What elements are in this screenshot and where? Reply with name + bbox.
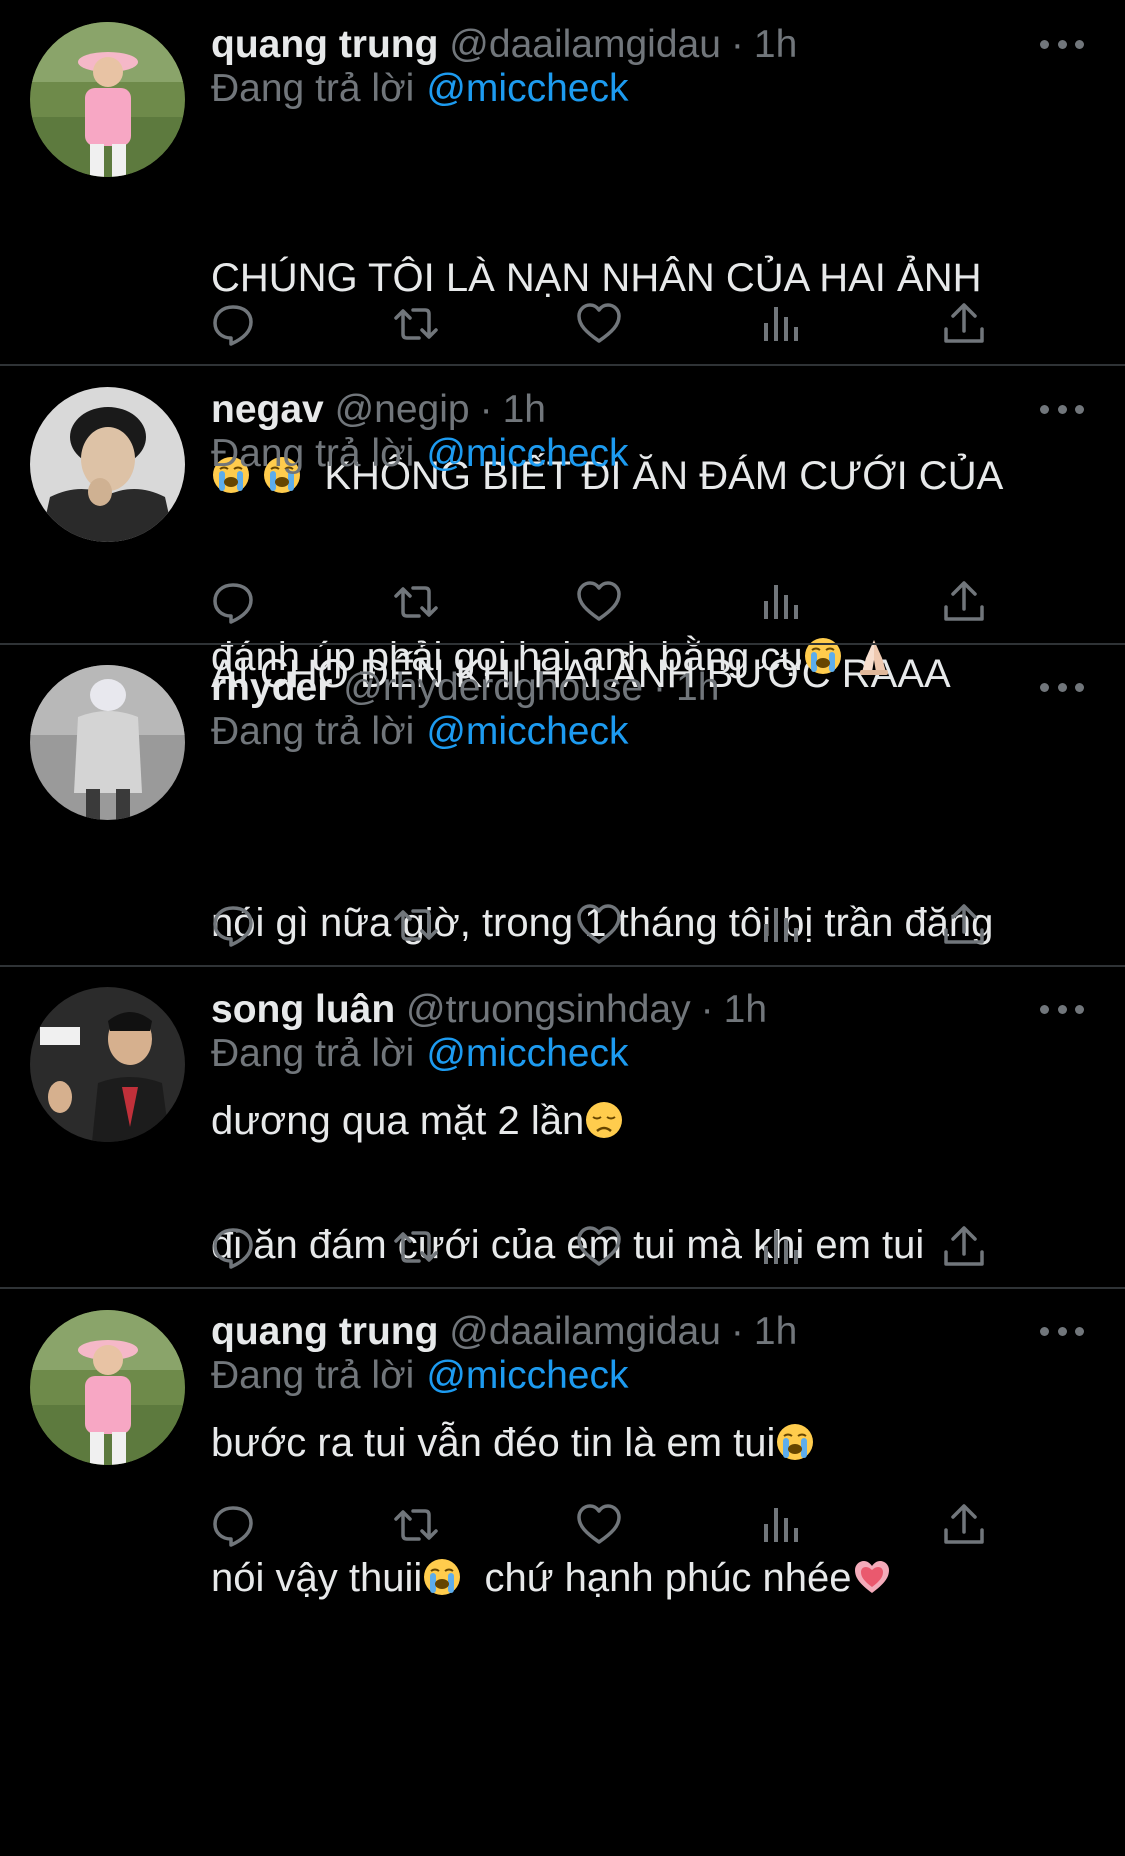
retweet-icon[interactable] <box>391 900 441 950</box>
heart-icon[interactable] <box>574 577 624 627</box>
author-name[interactable]: negav <box>211 388 324 431</box>
timestamp[interactable]: 1h <box>724 988 767 1031</box>
action-bar <box>211 1500 1011 1550</box>
retweet-icon[interactable] <box>391 577 441 627</box>
retweet-icon[interactable] <box>391 299 441 349</box>
author-handle[interactable]: @daailamgidau <box>449 1310 721 1353</box>
replying-to: Đang trả lời @miccheck <box>211 1029 628 1079</box>
heart-icon[interactable] <box>574 299 624 349</box>
views-icon[interactable] <box>756 1500 806 1550</box>
replying-to: Đang trả lời @miccheck <box>211 707 628 757</box>
tweet-2[interactable]: negav @negip · 1h Đang trả lời @miccheck đá… <box>0 366 1125 679</box>
timestamp[interactable]: 1h <box>754 23 797 66</box>
tweet-3[interactable]: rhyder @rhyderdghouse · 1h Đang trả lời @mi… <box>0 645 1125 1143</box>
author-handle[interactable]: @negip <box>335 388 470 431</box>
views-icon[interactable] <box>756 577 806 627</box>
separator-dot: · <box>730 1310 744 1353</box>
avatar[interactable] <box>30 387 185 542</box>
separator-dot: · <box>700 988 714 1031</box>
more-options-icon[interactable] <box>1040 1324 1084 1338</box>
avatar[interactable] <box>30 22 185 177</box>
author-handle[interactable]: @daailamgidau <box>449 23 721 66</box>
more-options-icon[interactable] <box>1040 37 1084 51</box>
more-options-icon[interactable] <box>1040 1002 1084 1016</box>
author-name[interactable]: quang trung <box>211 1310 438 1353</box>
tweet-header: song luân @truongsinhday · 1h <box>211 985 767 1035</box>
action-bar <box>211 299 1011 349</box>
retweet-icon[interactable] <box>391 1222 441 1272</box>
mention-link[interactable]: @miccheck <box>426 432 628 475</box>
replying-to: Đang trả lời @miccheck <box>211 64 628 114</box>
share-icon[interactable] <box>939 1500 989 1550</box>
views-icon[interactable] <box>756 1222 806 1272</box>
reply-icon[interactable] <box>208 299 258 349</box>
share-icon[interactable] <box>939 577 989 627</box>
tweet-header: quang trung @daailamgidau · 1h <box>211 1307 797 1357</box>
share-icon[interactable] <box>939 1222 989 1272</box>
mention-link[interactable]: @miccheck <box>426 1032 628 1075</box>
reply-icon[interactable] <box>208 900 258 950</box>
heart-icon[interactable] <box>574 1500 624 1550</box>
share-icon[interactable] <box>939 299 989 349</box>
tweet-1[interactable]: quang trung @daailamgidau · 1h Đang trả lờ… <box>0 0 1125 696</box>
mention-link[interactable]: @miccheck <box>426 67 628 110</box>
replying-to-label: Đang trả lời <box>211 1032 415 1075</box>
tweet-text-line-with-emoji: nói vậy thuii chứ hạnh phúc nhée <box>211 1545 1091 1611</box>
tweet-header: quang trung @daailamgidau · 1h <box>211 20 797 70</box>
views-icon[interactable] <box>756 900 806 950</box>
reply-icon[interactable] <box>208 1222 258 1272</box>
author-name[interactable]: quang trung <box>211 23 438 66</box>
avatar-image <box>30 22 185 177</box>
tweet-4[interactable]: song luân @truongsinhday · 1h Đang trả lời… <box>0 967 1125 1465</box>
author-handle[interactable]: @rhyderdghouse <box>343 666 643 709</box>
replying-to-label: Đang trả lời <box>211 432 415 475</box>
mention-link[interactable]: @miccheck <box>426 1354 628 1397</box>
author-name[interactable]: song luân <box>211 988 395 1031</box>
timestamp[interactable]: 1h <box>676 666 719 709</box>
views-icon[interactable] <box>756 299 806 349</box>
action-bar <box>211 900 1011 950</box>
tweet-text-line-rest: chứ hạnh phúc nhée <box>462 1556 852 1600</box>
replying-to-label: Đang trả lời <box>211 710 415 753</box>
action-bar <box>211 1222 1011 1272</box>
tweet-header: negav @negip · 1h <box>211 385 546 435</box>
timestamp[interactable]: 1h <box>503 388 546 431</box>
author-handle[interactable]: @truongsinhday <box>406 988 691 1031</box>
action-bar <box>211 577 1011 627</box>
replying-to-label: Đang trả lời <box>211 1354 415 1397</box>
avatar-image <box>30 1310 185 1465</box>
replying-to-label: Đang trả lời <box>211 67 415 110</box>
share-icon[interactable] <box>939 900 989 950</box>
more-options-icon[interactable] <box>1040 680 1084 694</box>
replying-to: Đang trả lời @miccheck <box>211 1351 628 1401</box>
tweet-header: rhyder @rhyderdghouse · 1h <box>211 663 719 713</box>
growing-heart-emoji <box>852 1551 892 1593</box>
loudly-crying-face-emoji <box>422 1551 462 1595</box>
reply-icon[interactable] <box>208 1500 258 1550</box>
avatar-image <box>30 987 185 1142</box>
retweet-icon[interactable] <box>391 1500 441 1550</box>
more-options-icon[interactable] <box>1040 402 1084 416</box>
avatar-image <box>30 387 185 542</box>
separator-dot: · <box>479 388 493 431</box>
separator-dot: · <box>730 23 744 66</box>
avatar[interactable] <box>30 987 185 1142</box>
timestamp[interactable]: 1h <box>754 1310 797 1353</box>
author-name[interactable]: rhyder <box>211 666 332 709</box>
replying-to: Đang trả lời @miccheck <box>211 429 628 479</box>
avatar[interactable] <box>30 665 185 820</box>
heart-icon[interactable] <box>574 900 624 950</box>
tweet-5[interactable]: quang trung @daailamgidau · 1h Đang trả lờ… <box>0 1289 1125 1856</box>
mention-link[interactable]: @miccheck <box>426 710 628 753</box>
heart-icon[interactable] <box>574 1222 624 1272</box>
avatar[interactable] <box>30 1310 185 1465</box>
tweet-text: nói vậy thuii chứ hạnh phúc nhée <box>211 1413 1091 1743</box>
separator-dot: · <box>653 666 667 709</box>
tweet-text-line: nói vậy thuii <box>211 1556 423 1600</box>
avatar-image <box>30 665 185 820</box>
reply-icon[interactable] <box>208 577 258 627</box>
